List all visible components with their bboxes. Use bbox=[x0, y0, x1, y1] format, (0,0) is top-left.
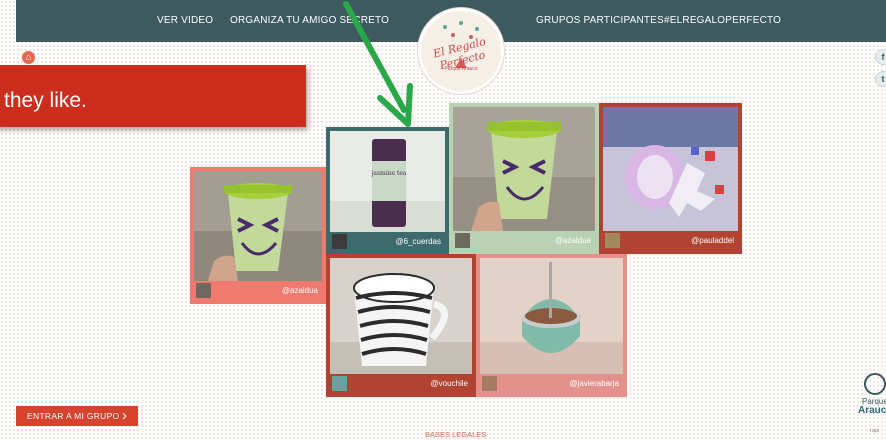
steering-wheel-icon bbox=[864, 373, 886, 395]
instagram-tile[interactable]: @azaldua bbox=[190, 167, 326, 304]
tile-username[interactable]: @javierabarja bbox=[570, 379, 619, 388]
home-icon[interactable]: ⌂ bbox=[22, 51, 35, 64]
cta-label: ENTRAR A MI GRUPO bbox=[27, 411, 120, 421]
logo-subtitle: Parque Arauco bbox=[444, 66, 478, 72]
user-avatar bbox=[332, 234, 347, 249]
instagram-tile[interactable]: @vouchile bbox=[326, 254, 476, 397]
instagram-tile[interactable]: @javierabarja bbox=[476, 254, 627, 397]
tile-user-bar: @azaldua bbox=[194, 281, 322, 300]
facebook-icon[interactable]: f bbox=[875, 49, 886, 65]
caption-box: they like. bbox=[0, 65, 306, 127]
parque-arauco-brand-logo[interactable]: Parque Arauco raja bbox=[858, 373, 886, 434]
tile-user-bar: @pauladdel bbox=[603, 231, 738, 250]
tile-photo bbox=[330, 258, 472, 376]
instagram-tile[interactable]: @pauladdel bbox=[599, 103, 742, 254]
tile-username[interactable]: @azaldua bbox=[555, 236, 591, 245]
twitter-icon[interactable]: t bbox=[875, 71, 886, 87]
user-avatar bbox=[455, 233, 470, 248]
user-avatar bbox=[482, 376, 497, 391]
tile-photo bbox=[480, 258, 623, 376]
tile-user-bar: @6_cuerdas bbox=[330, 232, 445, 251]
tile-photo: jasmine tea bbox=[330, 131, 445, 233]
tile-photo bbox=[194, 171, 322, 281]
tile-username[interactable]: @vouchile bbox=[431, 379, 468, 388]
svg-text:jasmine tea: jasmine tea bbox=[371, 170, 407, 177]
entrar-a-mi-grupo-button[interactable]: ENTRAR A MI GRUPO › bbox=[16, 406, 138, 426]
tile-user-bar: @vouchile bbox=[330, 374, 472, 393]
caption-text: they like. bbox=[4, 89, 87, 112]
user-avatar bbox=[605, 233, 620, 248]
instagram-tile[interactable]: @azaldua bbox=[449, 103, 599, 254]
brand-line2: Arauco bbox=[858, 405, 886, 416]
tile-username[interactable]: @6_cuerdas bbox=[396, 237, 441, 246]
green-pointer-arrow-icon bbox=[343, 1, 413, 127]
user-avatar bbox=[196, 283, 211, 298]
brand-line3: raja bbox=[870, 428, 880, 434]
tile-photo bbox=[603, 107, 738, 231]
tile-user-bar: @azaldua bbox=[453, 231, 595, 250]
tile-user-bar: @javierabarja bbox=[480, 374, 623, 393]
el-regalo-perfecto-logo[interactable]: El Regalo Perfecto Parque Arauco bbox=[418, 8, 504, 94]
nav-grupos-participantes[interactable]: GRUPOS PARTICIPANTES bbox=[536, 15, 664, 26]
chevron-right-icon: › bbox=[122, 407, 127, 424]
nav-ver-video[interactable]: VER VIDEO bbox=[157, 15, 213, 26]
tile-username[interactable]: @pauladdel bbox=[691, 236, 734, 245]
tile-username[interactable]: @azaldua bbox=[282, 286, 318, 295]
nav-hashtag-regalo-perfecto[interactable]: #ELREGALOPERFECTO bbox=[664, 15, 781, 26]
instagram-tile[interactable]: jasmine tea @6_cuerdas bbox=[326, 127, 449, 254]
user-avatar bbox=[332, 376, 347, 391]
bases-legales-link[interactable]: BASES LEGALES bbox=[425, 430, 486, 439]
tile-photo bbox=[453, 107, 595, 231]
